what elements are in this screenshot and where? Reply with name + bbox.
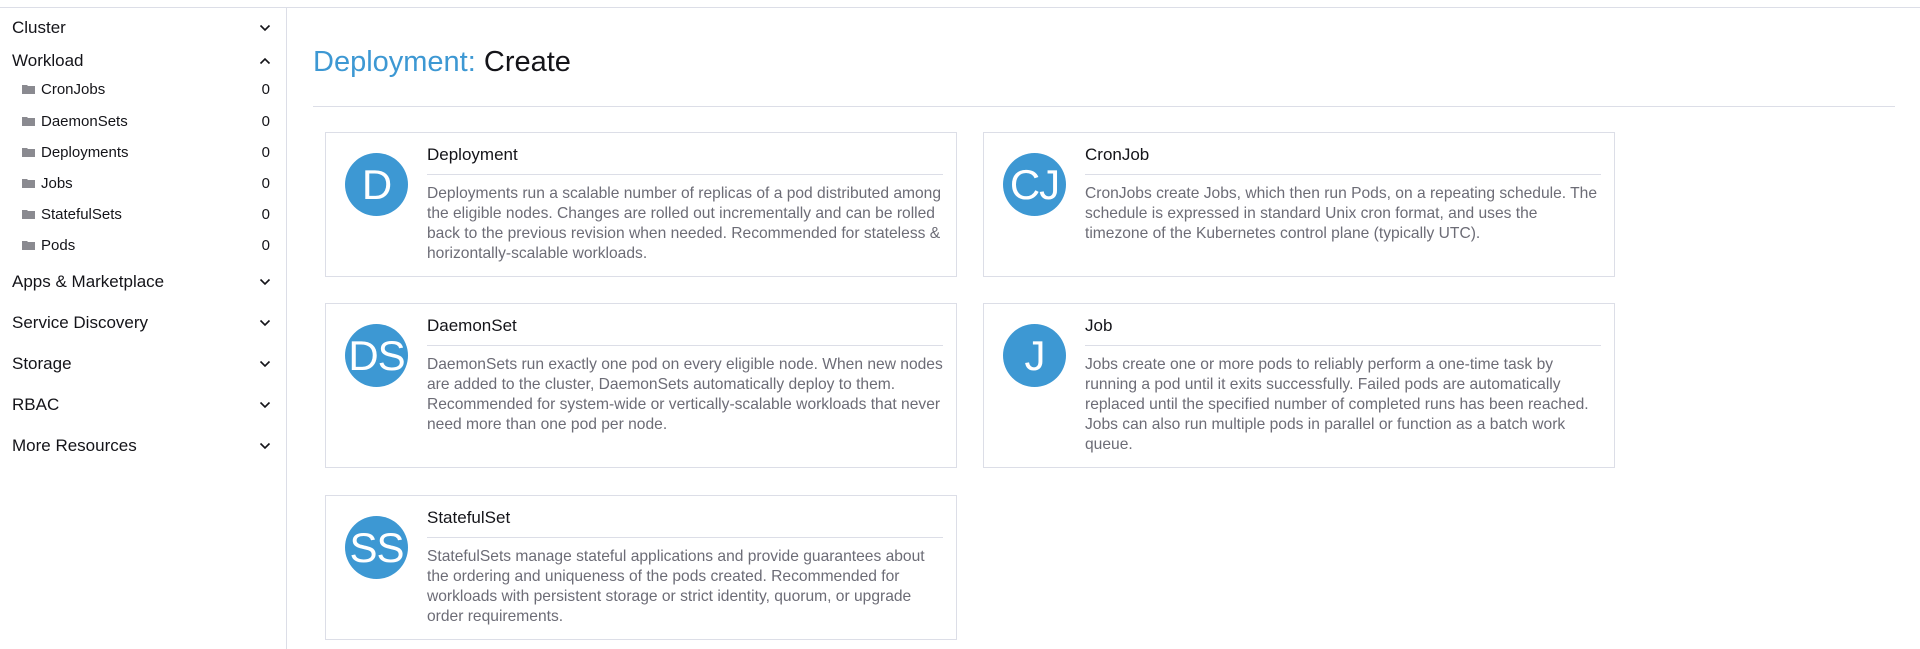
deployment-initials-icon: D <box>345 153 408 216</box>
sidebar-group-service-discovery[interactable]: Service Discovery <box>0 305 286 341</box>
card-divider <box>427 174 943 175</box>
page-title: Deployment: Create <box>313 46 571 79</box>
chevron-down-icon <box>258 21 272 35</box>
card-description: DaemonSets run exactly one pod on every … <box>427 356 943 433</box>
sidebar-item-label: Pods <box>41 236 76 254</box>
card-title: StatefulSet <box>427 508 511 527</box>
sidebar-group-storage[interactable]: Storage <box>0 346 286 382</box>
main-content: Deployment: Create D Deployment Deployme… <box>288 8 1920 649</box>
card-divider <box>427 537 943 538</box>
chevron-down-icon <box>258 398 272 412</box>
folder-icon <box>22 241 35 250</box>
type-card-job[interactable]: J Job Jobs create one or more pods to re… <box>983 303 1615 468</box>
chevron-down-icon <box>258 316 272 330</box>
sidebar-item-count: 0 <box>261 236 270 254</box>
chevron-down-icon <box>258 275 272 289</box>
chevron-down-icon <box>258 439 272 453</box>
cronjob-initials-icon: CJ <box>1003 153 1066 216</box>
sidebar-item-label: Deployments <box>41 143 129 161</box>
sidebar-group-rbac[interactable]: RBAC <box>0 387 286 423</box>
sidebar-item-label: DaemonSets <box>41 112 128 130</box>
sidebar-group-apps-marketplace[interactable]: Apps & Marketplace <box>0 264 286 300</box>
sidebar-group-label: More Resources <box>12 436 137 455</box>
card-description: Jobs create one or more pods to reliably… <box>1085 356 1589 453</box>
sidebar-group-more-resources[interactable]: More Resources <box>0 428 286 464</box>
sidebar-item-jobs[interactable]: Jobs 0 <box>0 168 286 198</box>
sidebar-group-label: Apps & Marketplace <box>12 272 165 291</box>
card-title: Deployment <box>427 145 518 164</box>
sidebar-item-count: 0 <box>261 80 270 98</box>
chevron-down-icon <box>258 357 272 371</box>
sidebar-item-label: StatefulSets <box>41 205 122 223</box>
card-title: CronJob <box>1085 145 1150 164</box>
card-title: Job <box>1085 316 1113 335</box>
card-description: StatefulSets manage stateful application… <box>427 548 925 625</box>
sidebar-item-pods[interactable]: Pods 0 <box>0 230 286 260</box>
type-card-daemonset[interactable]: DS DaemonSet DaemonSets run exactly one … <box>325 303 957 468</box>
card-divider <box>427 345 943 346</box>
type-card-cronjob[interactable]: CJ CronJob CronJobs create Jobs, which t… <box>983 132 1615 277</box>
sidebar-item-label: Jobs <box>41 174 73 192</box>
card-divider <box>1085 174 1601 175</box>
sidebar-group-label: Storage <box>12 354 72 373</box>
sidebar-item-count: 0 <box>261 112 270 130</box>
sidebar-item-cronjobs[interactable]: CronJobs 0 <box>0 74 286 104</box>
page-title-action: Create <box>483 46 571 78</box>
folder-icon <box>22 179 35 188</box>
daemonset-initials-icon: DS <box>345 324 408 387</box>
sidebar-group-cluster[interactable]: Cluster <box>0 10 286 46</box>
sidebar-group-label: RBAC <box>12 395 60 414</box>
chevron-up-icon <box>258 54 272 68</box>
card-divider <box>1085 345 1601 346</box>
card-description: CronJobs create Jobs, which then run Pod… <box>1085 185 1598 242</box>
type-card-deployment[interactable]: D Deployment Deployments run a scalable … <box>325 132 957 277</box>
sidebar-group-label: Workload <box>12 51 84 70</box>
sidebar-item-deployments[interactable]: Deployments 0 <box>0 137 286 167</box>
sidebar-item-statefulsets[interactable]: StatefulSets 0 <box>0 199 286 229</box>
sidebar: Cluster Workload CronJobs 0 DaemonSets 0… <box>0 8 287 649</box>
sidebar-group-label: Service Discovery <box>12 313 149 332</box>
top-border <box>0 0 1920 8</box>
sidebar-item-count: 0 <box>261 143 270 161</box>
sidebar-group-label: Cluster <box>12 18 66 37</box>
type-card-statefulset[interactable]: SS StatefulSet StatefulSets manage state… <box>325 495 957 640</box>
sidebar-item-daemonsets[interactable]: DaemonSets 0 <box>0 106 286 136</box>
folder-icon <box>22 210 35 219</box>
statefulset-initials-icon: SS <box>345 516 408 579</box>
folder-icon <box>22 85 35 94</box>
sidebar-item-count: 0 <box>261 174 270 192</box>
title-divider <box>313 106 1895 107</box>
card-title: DaemonSet <box>427 316 517 335</box>
sidebar-item-count: 0 <box>261 205 270 223</box>
page-title-resource: Deployment: <box>313 46 476 78</box>
card-description: Deployments run a scalable number of rep… <box>427 185 942 262</box>
folder-icon <box>22 148 35 157</box>
job-initials-icon: J <box>1003 324 1066 387</box>
sidebar-item-label: CronJobs <box>41 80 106 98</box>
folder-icon <box>22 117 35 126</box>
